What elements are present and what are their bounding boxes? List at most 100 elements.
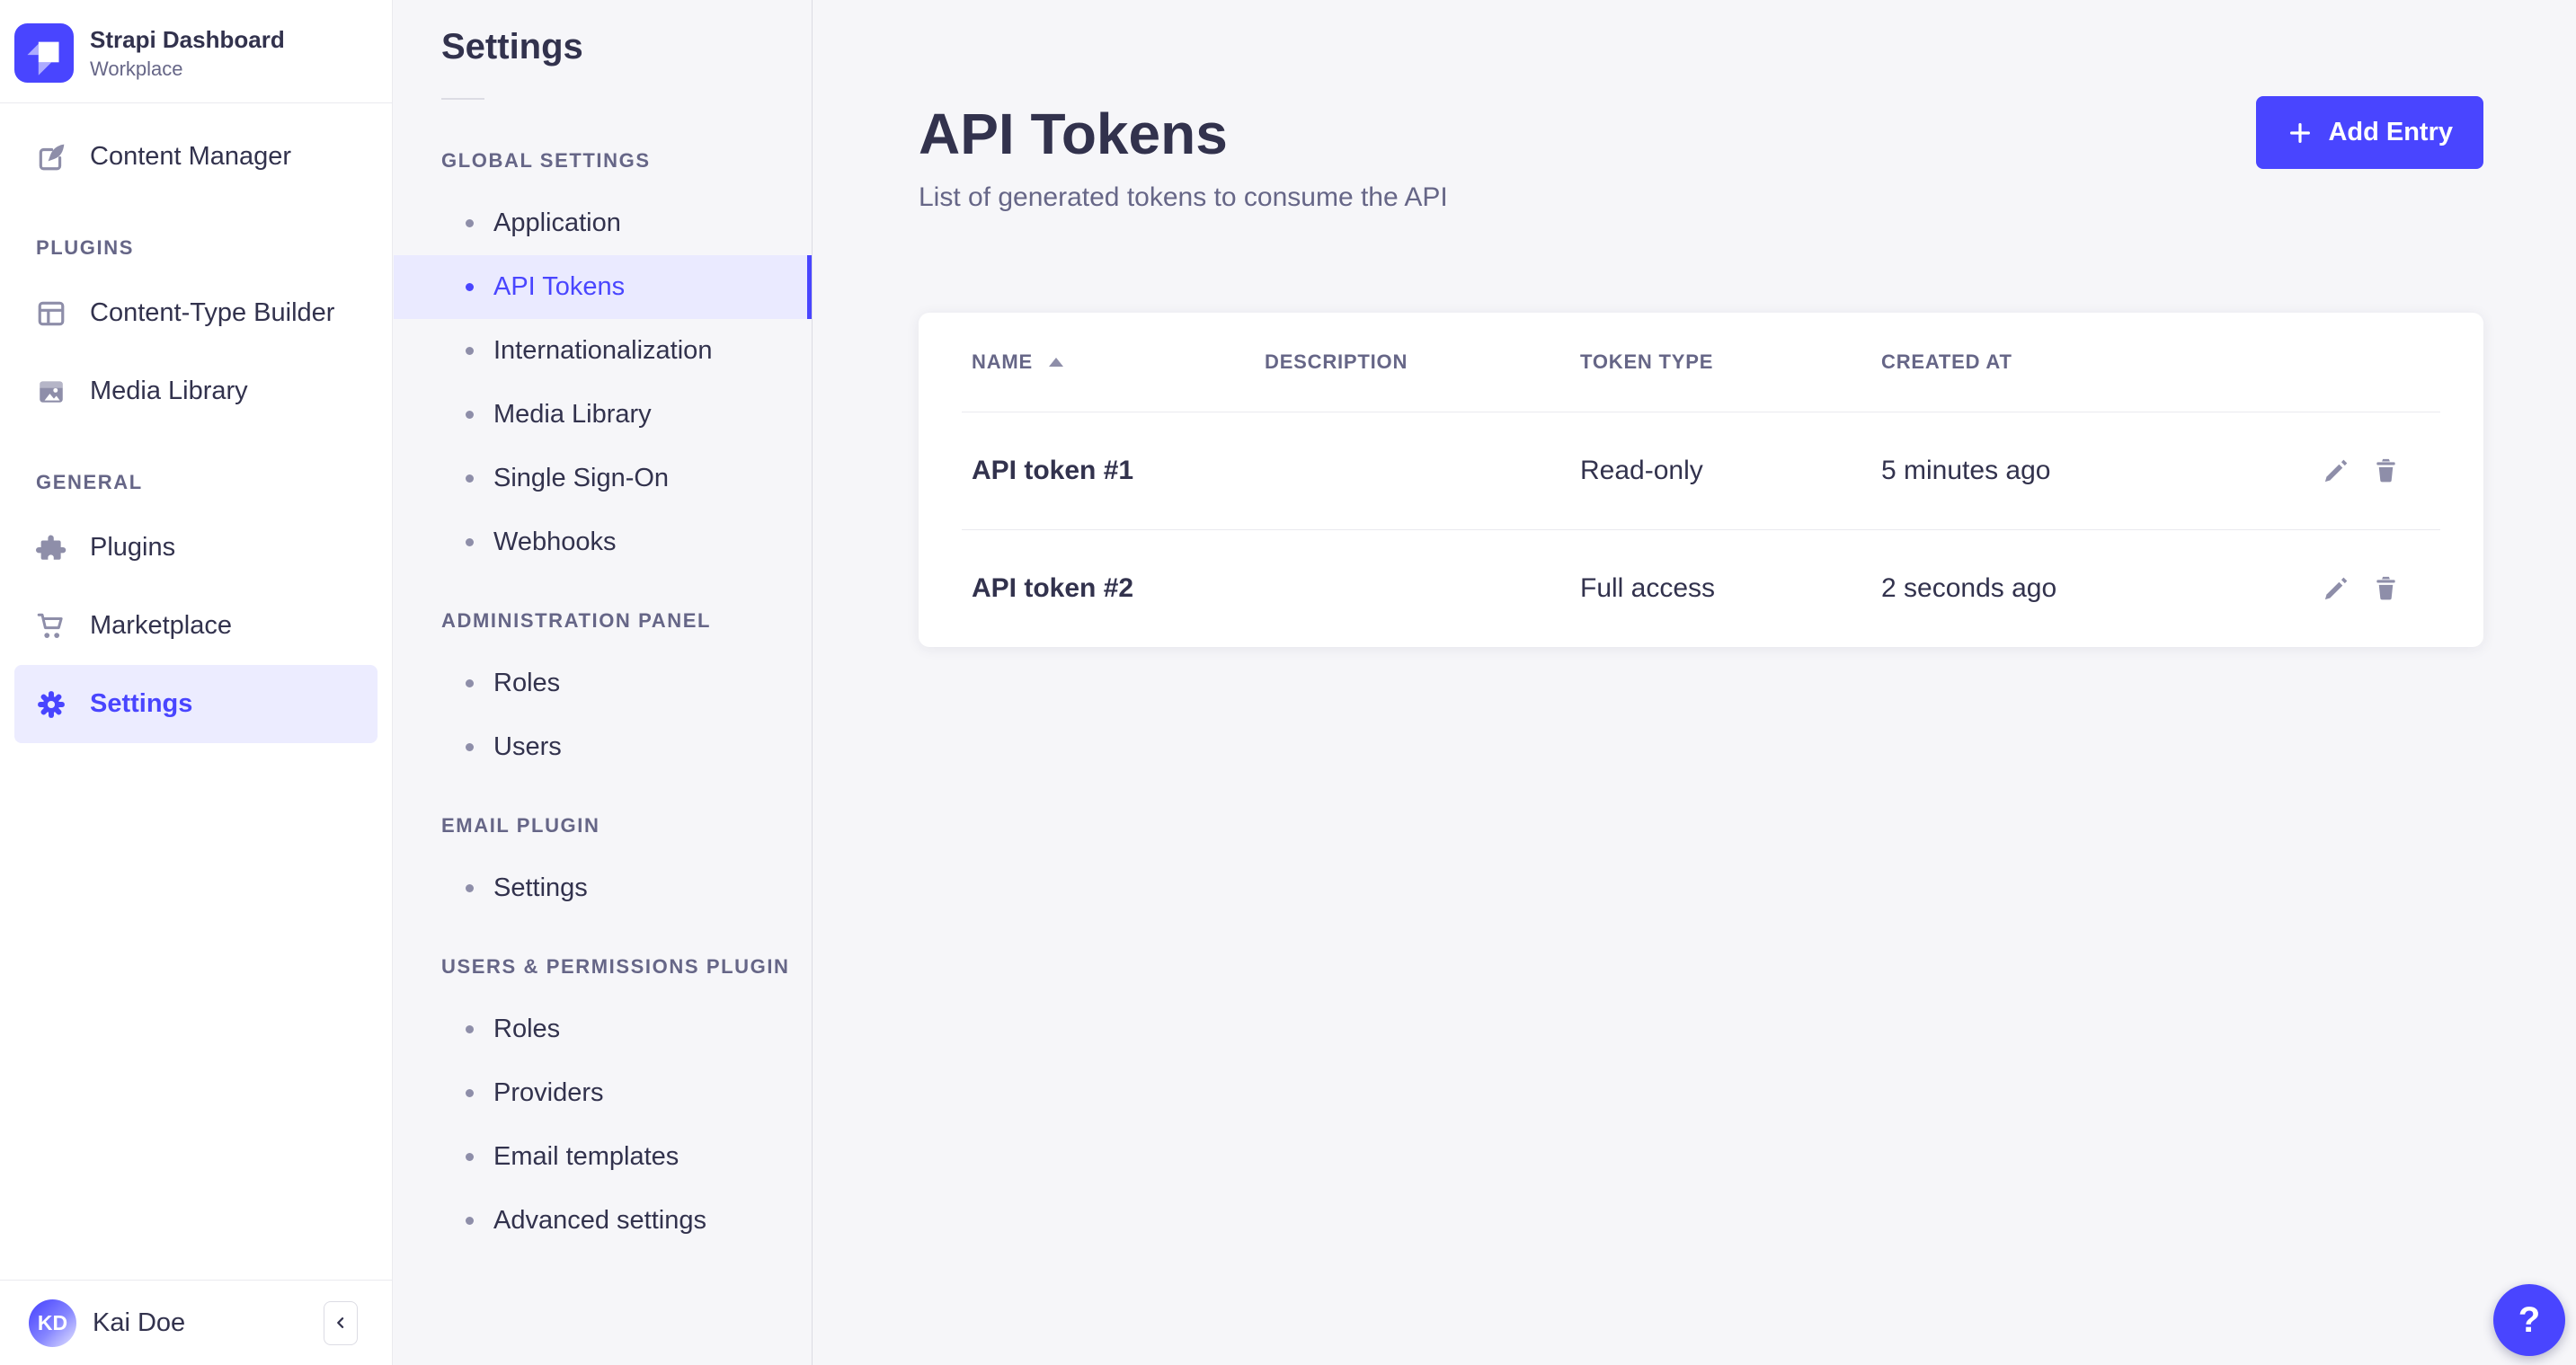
- bullet-icon: [466, 1217, 474, 1225]
- tokens-table: NAME DESCRIPTION TOKEN TYPE CREATED AT A…: [919, 313, 2483, 647]
- settings-subnav: Settings GLOBAL SETTINGS Application API…: [394, 0, 813, 1365]
- bullet-icon: [466, 679, 474, 687]
- bullet-icon: [466, 538, 474, 546]
- cell-token-created-at: 2 seconds ago: [1881, 573, 2296, 604]
- subnav-title: Settings: [441, 27, 812, 67]
- plus-icon: [2287, 120, 2314, 146]
- bullet-icon: [466, 474, 474, 483]
- subnav-section-header: EMAIL PLUGIN: [394, 806, 812, 846]
- page-subtitle: List of generated tokens to consume the …: [919, 182, 2483, 214]
- column-header-description: DESCRIPTION: [1265, 350, 1580, 374]
- subnav-section-header: ADMINISTRATION PANEL: [394, 601, 812, 641]
- sidebar-item-media-library[interactable]: Media Library: [14, 352, 378, 430]
- help-button[interactable]: ?: [2493, 1284, 2565, 1356]
- sidebar-item-label: Content Manager: [90, 142, 291, 172]
- sidebar-item-settings[interactable]: Settings: [14, 665, 378, 743]
- gear-icon: [36, 689, 67, 720]
- workspace-subtitle: Workplace: [90, 58, 285, 81]
- cell-token-name: API token #2: [972, 573, 1265, 604]
- workspace-brand: Strapi Dashboard Workplace: [0, 0, 392, 102]
- row-actions: [2296, 574, 2430, 602]
- strapi-logo-icon: [14, 23, 74, 83]
- cell-token-name: API token #1: [972, 456, 1265, 486]
- trash-icon: [2372, 574, 2400, 602]
- picture-icon: [36, 377, 67, 407]
- subnav-item-up-email-templates[interactable]: Email templates: [394, 1125, 812, 1189]
- subnav-item-media-library[interactable]: Media Library: [394, 383, 812, 447]
- pencil-icon: [2323, 574, 2350, 602]
- add-entry-button[interactable]: Add Entry: [2256, 96, 2483, 169]
- sidebar-nav: Content Manager PLUGINS Content-Type Bui…: [0, 103, 392, 743]
- trash-icon: [2372, 456, 2400, 484]
- subnav-section-header: GLOBAL SETTINGS: [394, 141, 812, 181]
- subnav-item-up-providers[interactable]: Providers: [394, 1061, 812, 1125]
- workspace-title: Strapi Dashboard: [90, 25, 285, 55]
- subnav-item-up-roles[interactable]: Roles: [394, 997, 812, 1061]
- delete-token-button[interactable]: [2372, 574, 2400, 602]
- table-header-row: NAME DESCRIPTION TOKEN TYPE CREATED AT: [919, 313, 2483, 412]
- subnav-item-admin-roles[interactable]: Roles: [394, 651, 812, 715]
- subnav-section-email-plugin: EMAIL PLUGIN Settings: [394, 806, 812, 920]
- avatar: KD: [29, 1299, 76, 1347]
- subnav-section-header: USERS & PERMISSIONS PLUGIN: [394, 947, 812, 987]
- subnav-item-admin-users[interactable]: Users: [394, 715, 812, 779]
- subnav-item-up-advanced-settings[interactable]: Advanced settings: [394, 1189, 812, 1253]
- subnav-section-administration-panel: ADMINISTRATION PANEL Roles Users: [394, 601, 812, 779]
- sidebar-item-label: Media Library: [90, 377, 248, 406]
- subnav-item-single-sign-on[interactable]: Single Sign-On: [394, 447, 812, 510]
- edit-token-button[interactable]: [2323, 456, 2350, 484]
- subnav-item-internationalization[interactable]: Internationalization: [394, 319, 812, 383]
- bullet-icon: [466, 1025, 474, 1033]
- sidebar-item-label: Plugins: [90, 533, 175, 563]
- edit-token-button[interactable]: [2323, 574, 2350, 602]
- bullet-icon: [466, 283, 474, 291]
- sidebar-item-label: Marketplace: [90, 611, 232, 641]
- bullet-icon: [466, 743, 474, 751]
- page-title: API Tokens: [919, 101, 2483, 167]
- sidebar-section-plugins: PLUGINS: [0, 196, 392, 274]
- bullet-icon: [466, 1089, 474, 1097]
- cell-token-created-at: 5 minutes ago: [1881, 456, 2296, 486]
- sidebar-item-content-manager[interactable]: Content Manager: [14, 118, 378, 196]
- sidebar-item-marketplace[interactable]: Marketplace: [14, 587, 378, 665]
- bullet-icon: [466, 884, 474, 892]
- app-root: Strapi Dashboard Workplace Content Manag…: [0, 0, 2576, 1365]
- table-row[interactable]: API token #2 Full access 2 seconds ago: [919, 529, 2483, 647]
- pencil-icon: [2323, 456, 2350, 484]
- primary-sidebar: Strapi Dashboard Workplace Content Manag…: [0, 0, 393, 1365]
- feather-pen-icon: [36, 142, 67, 173]
- subnav-item-email-settings[interactable]: Settings: [394, 856, 812, 920]
- column-header-created-at: CREATED AT: [1881, 350, 2296, 374]
- bullet-icon: [466, 347, 474, 355]
- chevron-left-icon: [331, 1313, 351, 1333]
- user-row: KD Kai Doe: [0, 1280, 392, 1365]
- row-actions: [2296, 456, 2430, 484]
- bullet-icon: [466, 219, 474, 227]
- sidebar-item-plugins[interactable]: Plugins: [14, 509, 378, 587]
- sidebar-item-label: Settings: [90, 689, 192, 719]
- collapse-sidebar-button[interactable]: [324, 1301, 358, 1345]
- user-name: Kai Doe: [93, 1308, 185, 1338]
- sort-ascending-icon: [1049, 358, 1063, 367]
- bullet-icon: [466, 411, 474, 419]
- column-header-name[interactable]: NAME: [972, 350, 1265, 374]
- delete-token-button[interactable]: [2372, 456, 2400, 484]
- sidebar-section-general: GENERAL: [0, 430, 392, 509]
- main-content: API Tokens List of generated tokens to c…: [813, 0, 2576, 1365]
- cell-token-type: Read-only: [1580, 456, 1881, 486]
- subnav-item-api-tokens[interactable]: API Tokens: [394, 255, 812, 319]
- subnav-title-divider: [441, 98, 484, 100]
- table-row[interactable]: API token #1 Read-only 5 minutes ago: [919, 412, 2483, 529]
- layout-grid-icon: [36, 298, 67, 329]
- shopping-cart-icon: [36, 611, 67, 642]
- subnav-section-global-settings: GLOBAL SETTINGS Application API Tokens I…: [394, 141, 812, 574]
- subnav-item-webhooks[interactable]: Webhooks: [394, 510, 812, 574]
- column-header-token-type: TOKEN TYPE: [1580, 350, 1881, 374]
- sidebar-item-content-type-builder[interactable]: Content-Type Builder: [14, 274, 378, 352]
- sidebar-item-label: Content-Type Builder: [90, 298, 334, 328]
- bullet-icon: [466, 1153, 474, 1161]
- subnav-section-users-permissions-plugin: USERS & PERMISSIONS PLUGIN Roles Provide…: [394, 947, 812, 1253]
- puzzle-icon: [36, 533, 67, 563]
- subnav-item-application[interactable]: Application: [394, 191, 812, 255]
- add-entry-label: Add Entry: [2328, 118, 2453, 147]
